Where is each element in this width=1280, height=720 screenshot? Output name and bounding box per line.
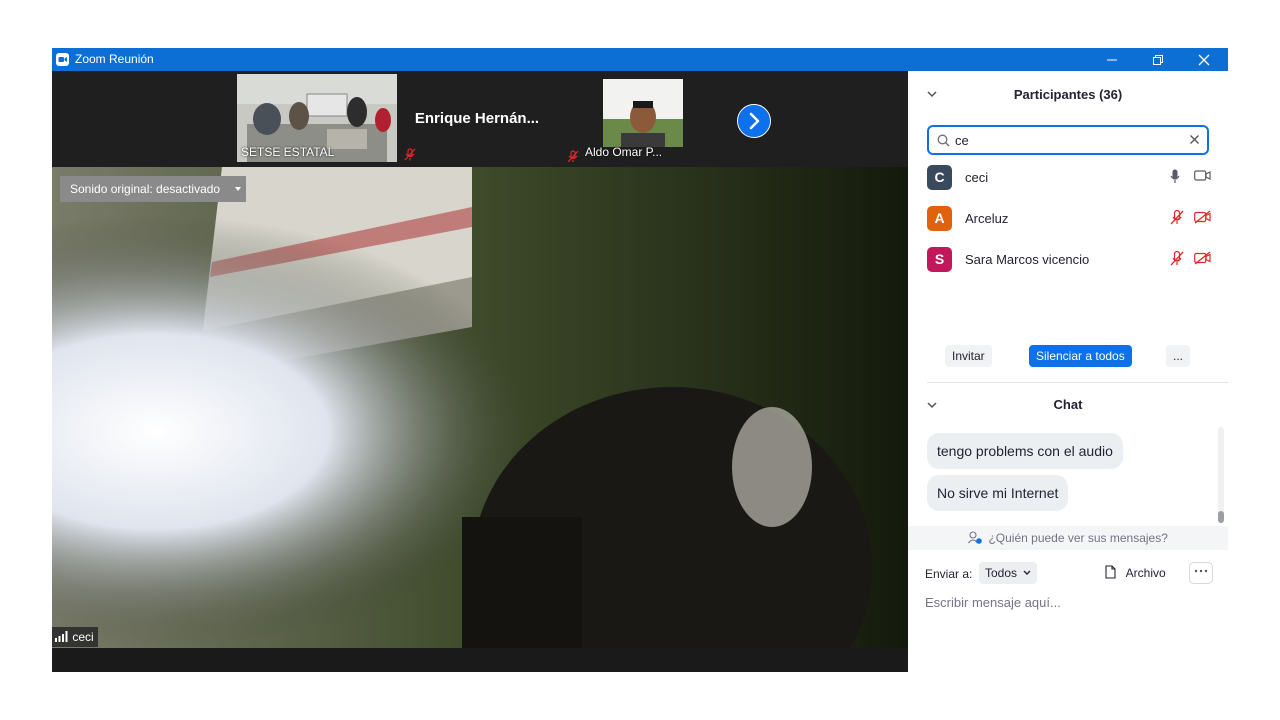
muted-mic-icon[interactable] xyxy=(1170,210,1184,225)
video-off-icon[interactable] xyxy=(1194,251,1211,265)
restore-button[interactable] xyxy=(1135,48,1181,71)
chat-scrollbar[interactable] xyxy=(1218,427,1224,523)
participant-name: Arceluz xyxy=(965,211,1009,226)
zoom-logo-icon xyxy=(56,53,69,66)
search-icon xyxy=(937,134,950,147)
mute-all-button[interactable]: Silenciar a todos xyxy=(1029,345,1132,367)
send-to-dropdown[interactable]: Todos xyxy=(979,562,1038,584)
more-dots-icon xyxy=(1194,569,1208,573)
chat-more-button[interactable] xyxy=(1189,562,1213,584)
speaker-video-image xyxy=(52,167,908,648)
invite-button[interactable]: Invitar xyxy=(945,345,992,367)
who-can-see-link[interactable]: ¿Quién puede ver sus mensajes? xyxy=(908,526,1228,550)
participants-title: Participantes (36) xyxy=(1013,87,1123,102)
signal-bars-icon xyxy=(55,631,68,642)
video-camera-icon[interactable] xyxy=(1194,169,1211,182)
participant-row[interactable]: S Sara Marcos vicencio xyxy=(908,239,1228,280)
participant-name: ceci xyxy=(965,170,989,185)
file-label: Archivo xyxy=(1125,566,1166,580)
chat-message-input[interactable] xyxy=(925,592,1215,612)
chat-scrollbar-thumb[interactable] xyxy=(1218,511,1224,523)
mic-icon[interactable] xyxy=(1170,169,1180,184)
chat-title: Chat xyxy=(1053,397,1083,412)
avatar: C xyxy=(927,165,952,190)
zoom-window: Zoom Reunión SETSE ESTATAL Enrique Herná… xyxy=(52,48,1228,672)
thumb-name: Aldo Omar P... xyxy=(585,145,663,159)
search-input[interactable] xyxy=(955,131,1185,149)
active-speaker-video: Sonido original: desactivado ceci xyxy=(52,167,908,648)
send-to-value: Todos xyxy=(985,566,1018,580)
file-button[interactable]: Archivo xyxy=(1105,565,1166,580)
user-info-icon xyxy=(968,531,982,544)
participant-name: Sara Marcos vicencio xyxy=(965,252,1090,267)
chat-message: tengo problems con el audio xyxy=(927,433,1123,469)
muted-mic-icon xyxy=(404,148,416,161)
speaker-name-tag: ceci xyxy=(52,627,98,647)
meeting-bottom-bar xyxy=(52,648,908,672)
close-button[interactable] xyxy=(1181,48,1227,71)
original-sound-dropdown[interactable] xyxy=(230,176,246,202)
section-divider xyxy=(927,382,1228,383)
speaker-name: ceci xyxy=(72,630,94,644)
participant-search xyxy=(927,125,1209,155)
muted-mic-icon xyxy=(567,150,579,162)
original-sound-button[interactable]: Sonido original: desactivado xyxy=(60,176,231,202)
who-can-see-text: ¿Quién puede ver sus mensajes? xyxy=(988,531,1168,545)
video-area: SETSE ESTATAL Enrique Hernán... Aldo Oma… xyxy=(52,71,908,672)
aldo-video-image xyxy=(603,79,683,147)
restore-icon xyxy=(1153,55,1163,65)
muted-mic-icon[interactable] xyxy=(1170,251,1184,266)
participant-row[interactable]: A Arceluz xyxy=(908,198,1228,239)
clear-search-icon[interactable] xyxy=(1189,134,1200,145)
chevron-down-icon xyxy=(1023,570,1031,575)
send-to-label: Enviar a: xyxy=(925,567,973,581)
window-title: Zoom Reunión xyxy=(75,52,154,66)
participant-row[interactable]: C ceci xyxy=(908,157,1228,198)
thumb-setse-estatal[interactable]: SETSE ESTATAL xyxy=(237,74,397,162)
participant-strip: SETSE ESTATAL Enrique Hernán... Aldo Oma… xyxy=(52,71,908,167)
file-icon xyxy=(1105,565,1116,579)
chevron-down-icon xyxy=(235,187,241,191)
chat-message: No sirve mi Internet xyxy=(927,475,1069,511)
avatar: A xyxy=(927,206,952,231)
minimize-icon xyxy=(1107,59,1117,61)
thumb-aldo[interactable]: Aldo Omar P... xyxy=(563,74,723,162)
side-panel: Participantes (36) C ceci A Arceluz S Sa… xyxy=(908,71,1228,672)
thumb-name: SETSE ESTATAL xyxy=(241,145,335,159)
thumb-name: Enrique Hernán... xyxy=(414,110,540,127)
minimize-button[interactable] xyxy=(1089,48,1135,71)
next-page-button[interactable] xyxy=(737,104,771,138)
thumb-enrique[interactable]: Enrique Hernán... xyxy=(397,74,557,162)
close-icon xyxy=(1198,54,1210,66)
avatar: S xyxy=(927,247,952,272)
video-off-icon[interactable] xyxy=(1194,210,1211,224)
chevron-right-icon xyxy=(749,112,760,130)
title-bar: Zoom Reunión xyxy=(52,48,1228,71)
more-options-button[interactable]: ... xyxy=(1166,345,1191,367)
